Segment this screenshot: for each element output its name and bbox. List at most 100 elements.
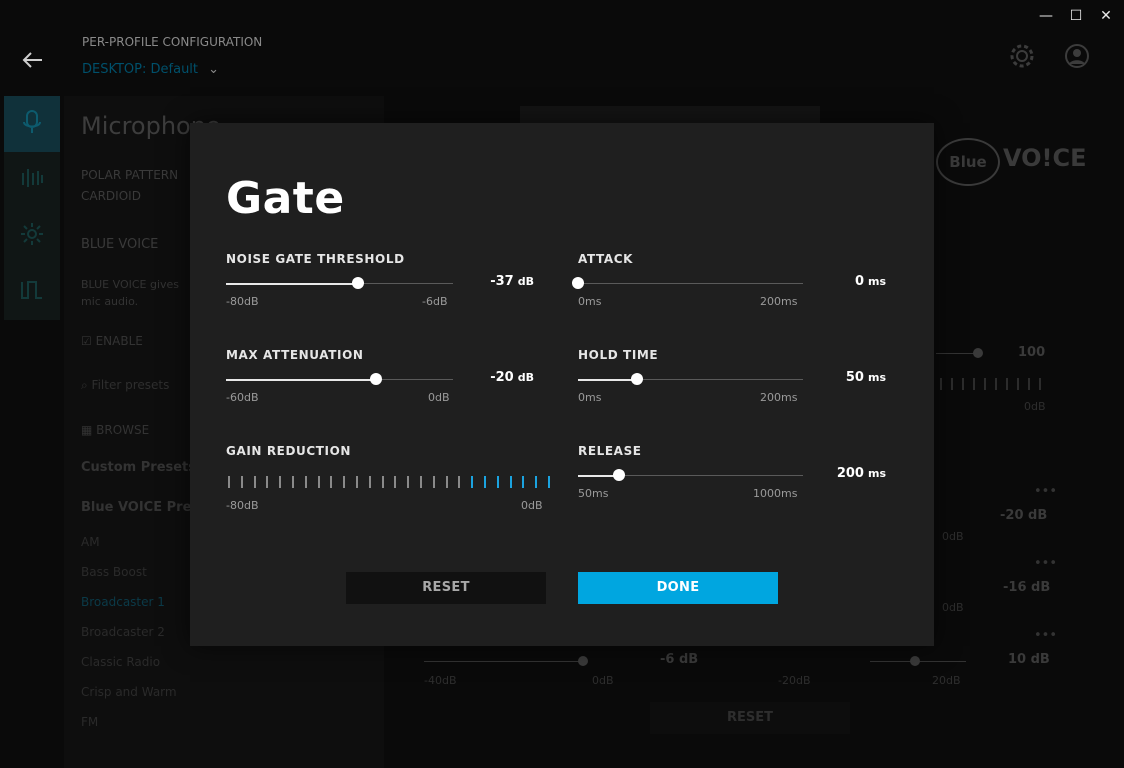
chevron-down-icon: ⌄ [208,62,220,77]
slider-knob[interactable] [369,373,382,385]
slider-fill [578,378,637,381]
meter-tick [432,476,435,488]
attack-value: 0 ms [854,274,886,289]
gate-dialog: Gate NOISE GATE THRESHOLD -37 dB -80dB -6… [190,123,934,646]
hold-time-slider[interactable] [578,373,803,385]
meter-tick [304,476,307,488]
microphone-icon [21,109,43,139]
release-min: 50ms [578,487,609,500]
filter-presets-input[interactable]: ⌕ Filter presets [81,378,169,393]
bg-label: 0dB [592,674,614,687]
bg-slider-track [936,353,978,354]
slider-knob[interactable] [572,277,584,289]
bg-slider-knob[interactable] [910,656,920,666]
slider-knob[interactable] [630,373,643,385]
bg-slider-track [424,661,584,662]
meter-tick [458,476,461,488]
meter-tick [407,476,410,488]
rail-microphone[interactable] [4,96,60,152]
back-icon[interactable] [20,48,44,72]
more-icon[interactable]: ••• [1034,556,1057,571]
meter-tick [368,476,371,488]
preset-item[interactable]: Broadcaster 2 [81,625,165,639]
search-icon: ⌕ [81,378,92,392]
release-value: 200 ms [836,466,886,481]
bg-slider-knob[interactable] [578,656,588,666]
polar-pattern-value[interactable]: CARDIOID [81,189,141,203]
user-icon[interactable] [1063,42,1091,70]
gain-reduction-meter [228,476,550,490]
done-button[interactable]: DONE [578,572,778,604]
more-icon[interactable]: ••• [1034,628,1057,643]
meter-tick-active [535,476,538,488]
bg-slider-knob[interactable] [973,348,983,358]
polar-pattern-label: POLAR PATTERN [81,168,179,182]
meter-tick-active [522,476,525,488]
grid-icon: ▦ [81,423,97,437]
bg-value: 10 dB [1008,652,1050,667]
meter-tick [266,476,269,488]
profile-selector[interactable]: DESKTOP: Default ⌄ [82,62,219,77]
enable-checkbox[interactable]: ☑ ENABLE [81,334,143,348]
meter-tick [292,476,294,488]
preset-item[interactable]: FM [81,715,98,729]
slider-fill [226,282,358,285]
bg-label: 0dB [942,601,964,614]
rail-lighting[interactable] [4,208,60,264]
preset-item[interactable]: Bass Boost [81,565,147,579]
meter-tick [240,476,243,488]
more-icon[interactable]: ••• [1034,484,1057,499]
meter-tick-active [471,476,474,488]
meter-tick-active [509,476,512,488]
reset-button[interactable]: RESET [346,572,546,604]
meter-tick [356,476,358,488]
maximize-button[interactable]: ☐ [1066,6,1086,26]
attack-slider[interactable] [572,277,803,289]
meter-tick [253,476,256,488]
gain-reduction-max: 0dB [521,499,543,512]
release-slider[interactable] [578,469,803,481]
slider-knob[interactable] [351,277,364,289]
checkbox-icon: ☑ [81,334,96,348]
preset-item[interactable]: AM [81,535,100,549]
meter-tick-active [496,476,499,488]
preset-item-selected[interactable]: Broadcaster 1 [81,595,165,609]
meter-tick [420,476,422,488]
config-label: PER-PROFILE CONFIGURATION [82,35,263,49]
waveform-icon [20,278,44,306]
slider-fill [226,378,376,381]
bg-value: -6 dB [660,652,699,667]
max-attenuation-label: MAX ATTENUATION [226,348,364,362]
attack-label: ATTACK [578,252,634,266]
rail-equalizer[interactable] [4,152,60,208]
noise-gate-min: -80dB [226,295,259,308]
noise-gate-value: -37 dB [490,274,534,289]
bg-label: -20dB [778,674,811,687]
gain-reduction-min: -80dB [226,499,259,512]
description-2: mic audio. [81,295,139,308]
tab-blue-voice[interactable]: BLUE VOICE [81,237,158,252]
minimize-button[interactable]: — [1036,6,1056,26]
bg-label: 0dB [1024,400,1046,413]
close-button[interactable]: ✕ [1096,6,1116,26]
max-attenuation-max: 0dB [428,391,450,404]
custom-presets-heading: Custom Presets [81,460,197,475]
noise-gate-slider[interactable] [226,277,453,289]
preset-item[interactable]: Classic Radio [81,655,160,669]
meter-tick [317,476,320,488]
attack-min: 0ms [578,295,602,308]
noise-gate-max: -6dB [422,295,448,308]
bg-reset-button[interactable]: RESET [650,702,850,734]
rail-waveform[interactable] [4,264,60,320]
gear-icon[interactable] [1008,42,1036,70]
max-attenuation-slider[interactable] [226,373,453,385]
slider-knob[interactable] [612,469,625,481]
meter-tick-active [548,476,550,488]
hold-time-value: 50 ms [845,370,886,385]
meter-tick-active [484,476,486,488]
noise-gate-label: NOISE GATE THRESHOLD [226,252,405,266]
browse-button[interactable]: ▦ BROWSE [81,423,149,437]
preset-item[interactable]: Crisp and Warm [81,685,177,699]
bg-value: -16 dB [1003,580,1051,595]
meter-tick [343,476,346,488]
